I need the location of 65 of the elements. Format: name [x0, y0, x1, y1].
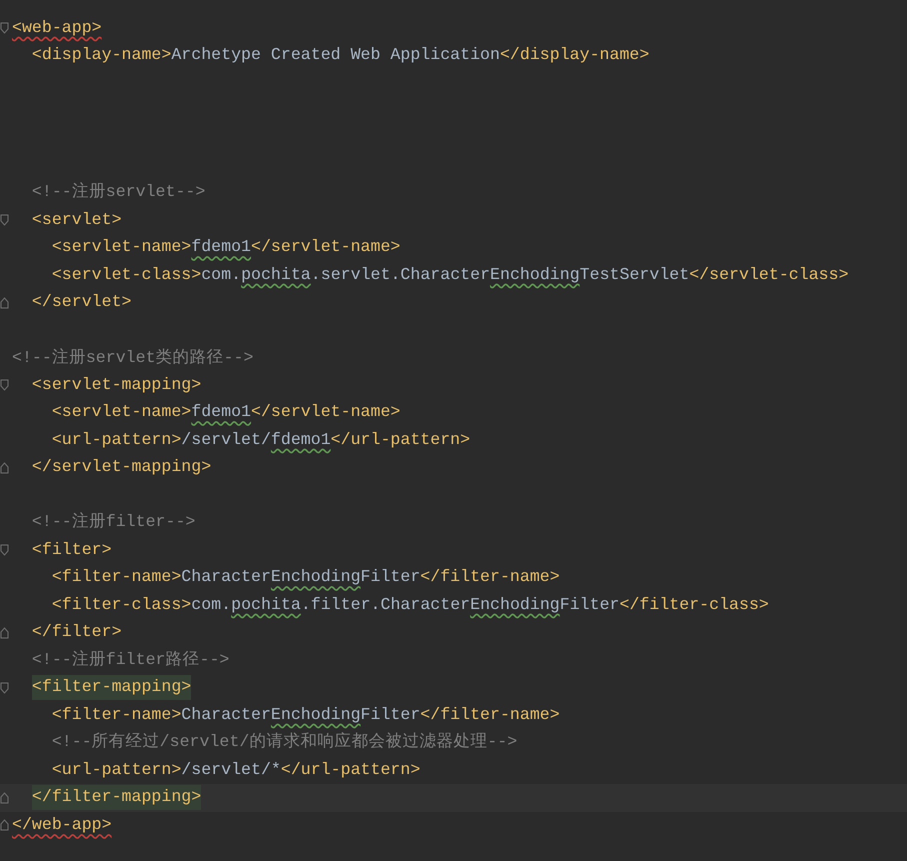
tag-value: Enchoding — [470, 594, 560, 616]
xml-tag: </filter-mapping> — [32, 785, 202, 810]
tag-value: fdemo1 — [191, 401, 252, 424]
xml-tag: <web-app> — [12, 16, 102, 40]
fold-icon[interactable] — [0, 792, 9, 804]
xml-tag: <servlet-mapping> — [32, 372, 202, 398]
xml-tag: <filter> — [32, 538, 112, 563]
xml-tag: </servlet-name> — [251, 235, 400, 260]
code-comment: <!--注册filter--> — [32, 511, 196, 534]
fold-icon[interactable] — [0, 819, 9, 832]
xml-tag: </filter-name> — [420, 565, 560, 590]
tag-value: pochita — [241, 264, 311, 286]
tag-value: Filter — [560, 594, 620, 616]
xml-tag: <servlet> — [32, 208, 122, 233]
code-comment: <!--注册filter路径--> — [32, 648, 230, 671]
tag-value: pochita — [231, 594, 301, 616]
tag-value: .filter.Character — [300, 594, 470, 616]
tag-value: TestServlet — [580, 264, 690, 286]
fold-icon[interactable] — [0, 626, 9, 639]
xml-tag: </url-pattern> — [330, 428, 470, 453]
xml-tag: </filter-name> — [420, 702, 560, 728]
xml-tag: </url-pattern> — [280, 758, 420, 783]
tag-value: Enchoding — [490, 264, 580, 286]
xml-tag: </filter> — [32, 620, 122, 646]
tag-value: com. — [201, 264, 242, 286]
xml-tag: <servlet-class> — [52, 262, 202, 288]
fold-icon[interactable] — [0, 214, 9, 226]
code-comment: <!--所有经过/servlet/的请求和响应都会被过滤器处理--> — [52, 731, 518, 754]
xml-tag: </servlet-class> — [689, 262, 849, 288]
xml-tag: </servlet> — [32, 290, 132, 316]
fold-icon[interactable] — [0, 22, 9, 34]
xml-tag: <servlet-name> — [52, 400, 192, 426]
xml-tag: </servlet-mapping> — [32, 455, 212, 480]
xml-tag: <filter-class> — [52, 592, 192, 618]
fold-icon[interactable] — [0, 544, 9, 556]
tag-value: com. — [191, 594, 232, 616]
tag-value: /servlet/ — [181, 428, 271, 451]
tag-value: Enchoding — [270, 566, 361, 588]
xml-tag: </display-name> — [500, 42, 650, 68]
xml-tag: </web-app> — [12, 813, 112, 838]
xml-tag: <filter-name> — [52, 702, 182, 728]
tag-value: /servlet/* — [181, 758, 281, 781]
xml-tag: <filter-name> — [52, 565, 182, 590]
tag-value: fdemo1 — [191, 236, 252, 258]
xml-tag: </servlet-name> — [251, 400, 400, 426]
xml-tag: <display-name> — [32, 42, 172, 68]
xml-tag: <servlet-name> — [52, 235, 192, 260]
xml-tag: </filter-class> — [620, 592, 769, 618]
tag-value: Character — [181, 566, 271, 588]
tag-value: .servlet.Character — [310, 264, 490, 286]
xml-tag: <filter-mapping> — [32, 675, 192, 700]
tag-value: Enchoding — [270, 704, 361, 726]
tag-value: Filter — [360, 704, 420, 726]
xml-tag: <url-pattern> — [52, 758, 182, 783]
fold-icon[interactable] — [0, 296, 9, 309]
code-comment: <!--注册servlet类的路径--> — [12, 346, 254, 369]
tag-value: fdemo1 — [270, 428, 331, 451]
fold-icon[interactable] — [0, 462, 9, 474]
tag-value: Archetype Created Web Application — [171, 44, 500, 66]
tag-value: Filter — [360, 566, 420, 588]
xml-tag: <url-pattern> — [52, 428, 182, 453]
code-comment: <!--注册servlet--> — [32, 181, 206, 204]
fold-icon[interactable] — [0, 682, 9, 694]
tag-value: Character — [181, 704, 271, 726]
fold-icon[interactable] — [0, 379, 9, 392]
